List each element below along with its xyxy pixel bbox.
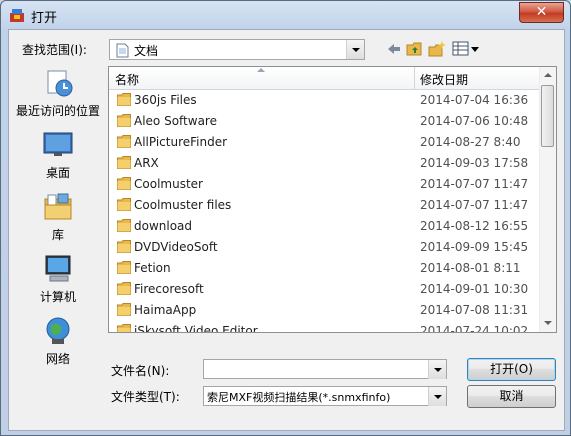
folder-icon xyxy=(117,324,131,332)
folder-icon xyxy=(117,135,131,148)
desktop-icon xyxy=(43,132,73,156)
close-icon: ✕ xyxy=(535,4,548,20)
file-name: Aleo Software xyxy=(134,114,217,128)
file-name: Coolmuster xyxy=(134,177,203,191)
file-date: 2014-07-04 16:36 xyxy=(420,93,529,107)
back-icon[interactable] xyxy=(385,40,403,58)
app-icon xyxy=(10,9,24,22)
list-item[interactable]: 360js Files 2014-07-04 16:36 xyxy=(109,90,542,111)
place-label: 网络 xyxy=(45,352,70,366)
chevron-down-icon[interactable] xyxy=(428,360,446,379)
list-item[interactable]: AllPictureFinder 2014-08-27 8:40 xyxy=(109,132,542,153)
place-desktop[interactable]: 桌面 xyxy=(13,129,103,181)
filename-input[interactable] xyxy=(206,361,428,377)
file-name: download xyxy=(134,219,193,233)
file-name: ARX xyxy=(134,156,159,170)
folder-icon xyxy=(117,303,131,316)
scroll-down-icon[interactable] xyxy=(540,315,556,332)
file-date: 2014-07-08 11:31 xyxy=(420,303,529,317)
libraries-icon xyxy=(44,193,72,220)
file-date: 2014-07-07 11:47 xyxy=(420,198,529,212)
folder-icon xyxy=(117,198,131,211)
filetype-dropdown[interactable]: 索尼MXF视频扫描结果(*.snmxfinfo) xyxy=(203,386,447,406)
file-name: Fetion xyxy=(134,261,171,275)
list-item[interactable]: download 2014-08-12 16:55 xyxy=(109,216,542,237)
file-date: 2014-07-24 10:02 xyxy=(420,324,529,333)
place-label: 计算机 xyxy=(39,290,76,304)
scroll-up-icon[interactable] xyxy=(540,67,556,84)
look-in-label: 查找范围(I): xyxy=(22,43,87,57)
folder-icon xyxy=(117,282,131,295)
network-icon xyxy=(46,317,70,344)
column-header-name[interactable]: 名称 xyxy=(115,71,139,88)
open-button[interactable]: 打开(O) xyxy=(467,358,556,381)
filename-label: 文件名(N): xyxy=(111,364,170,378)
document-folder-icon xyxy=(116,43,129,58)
list-item[interactable]: Aleo Software 2014-07-06 10:48 xyxy=(109,111,542,132)
file-name: DVDVideoSoft xyxy=(134,240,218,254)
list-item[interactable]: Firecoresoft 2014-09-01 10:30 xyxy=(109,279,542,300)
file-name: iSkysoft Video Editor xyxy=(134,324,258,333)
recent-places-icon xyxy=(47,70,73,97)
list-item[interactable]: Fetion 2014-08-01 8:11 xyxy=(109,258,542,279)
place-libraries[interactable]: 库 xyxy=(13,191,103,243)
list-item[interactable]: Coolmuster 2014-07-07 11:47 xyxy=(109,174,542,195)
chevron-down-icon[interactable] xyxy=(428,387,446,406)
look-in-dropdown[interactable]: 文档 xyxy=(109,39,365,60)
file-date: 2014-08-01 8:11 xyxy=(420,261,521,275)
file-name: HaimaApp xyxy=(134,303,197,317)
open-file-dialog: 打开 ✕ 查找范围(I): 文档 最近访问的位置 桌面 库 计算机 网络 名称 … xyxy=(0,0,571,436)
folder-icon xyxy=(117,93,131,106)
file-date: 2014-09-01 10:30 xyxy=(420,282,529,296)
list-item[interactable]: iSkysoft Video Editor 2014-07-24 10:02 xyxy=(109,321,542,333)
title-bar[interactable]: 打开 ✕ xyxy=(1,1,570,29)
place-recent[interactable]: 最近访问的位置 xyxy=(13,67,103,119)
cancel-button[interactable]: 取消 xyxy=(467,385,556,408)
file-date: 2014-08-12 16:55 xyxy=(420,219,529,233)
place-label: 最近访问的位置 xyxy=(15,104,100,118)
file-date: 2014-09-03 17:58 xyxy=(420,156,529,170)
new-folder-icon[interactable] xyxy=(428,40,446,58)
file-name: Coolmuster files xyxy=(134,198,232,212)
sort-ascending-icon xyxy=(257,68,265,72)
folder-icon xyxy=(117,114,131,127)
list-item[interactable]: Coolmuster files 2014-07-07 11:47 xyxy=(109,195,542,216)
place-computer[interactable]: 计算机 xyxy=(13,253,103,305)
place-network[interactable]: 网络 xyxy=(13,315,103,367)
look-in-value: 文档 xyxy=(134,44,159,58)
file-list[interactable]: 名称 修改日期 360js Files 2014-07-04 16:36 Aleo … xyxy=(108,66,557,333)
window-title: 打开 xyxy=(31,11,58,26)
column-header-date[interactable]: 修改日期 xyxy=(420,71,468,88)
filename-combo[interactable] xyxy=(203,359,447,379)
folder-icon xyxy=(117,240,131,253)
filetype-value: 索尼MXF视频扫描结果(*.snmxfinfo) xyxy=(207,391,391,404)
file-name: Firecoresoft xyxy=(134,282,204,296)
view-menu-icon[interactable] xyxy=(452,40,480,58)
up-folder-icon[interactable] xyxy=(406,40,424,58)
folder-icon xyxy=(117,156,131,169)
column-divider[interactable] xyxy=(414,67,415,89)
file-date: 2014-09-09 15:45 xyxy=(420,240,529,254)
place-label: 桌面 xyxy=(45,166,70,180)
file-date: 2014-08-27 8:40 xyxy=(420,135,521,149)
places-bar: 最近访问的位置 桌面 库 计算机 网络 xyxy=(13,63,103,373)
list-header: 名称 修改日期 xyxy=(109,67,542,90)
scroll-thumb[interactable] xyxy=(541,85,554,147)
file-date: 2014-07-07 11:47 xyxy=(420,177,529,191)
file-date: 2014-07-06 10:48 xyxy=(420,114,529,128)
list-item[interactable]: DVDVideoSoft 2014-09-09 15:45 xyxy=(109,237,542,258)
chevron-down-icon[interactable] xyxy=(346,40,364,59)
close-button[interactable]: ✕ xyxy=(519,2,564,23)
place-label: 库 xyxy=(51,228,64,242)
list-item[interactable]: HaimaApp 2014-07-08 11:31 xyxy=(109,300,542,321)
folder-icon xyxy=(117,177,131,190)
file-name: 360js Files xyxy=(134,93,197,107)
vertical-scrollbar[interactable] xyxy=(539,67,556,332)
computer-icon xyxy=(45,255,71,282)
folder-icon xyxy=(117,261,131,274)
list-item[interactable]: ARX 2014-09-03 17:58 xyxy=(109,153,542,174)
filetype-label: 文件类型(T): xyxy=(111,390,180,404)
folder-icon xyxy=(117,219,131,232)
file-name: AllPictureFinder xyxy=(134,135,228,149)
